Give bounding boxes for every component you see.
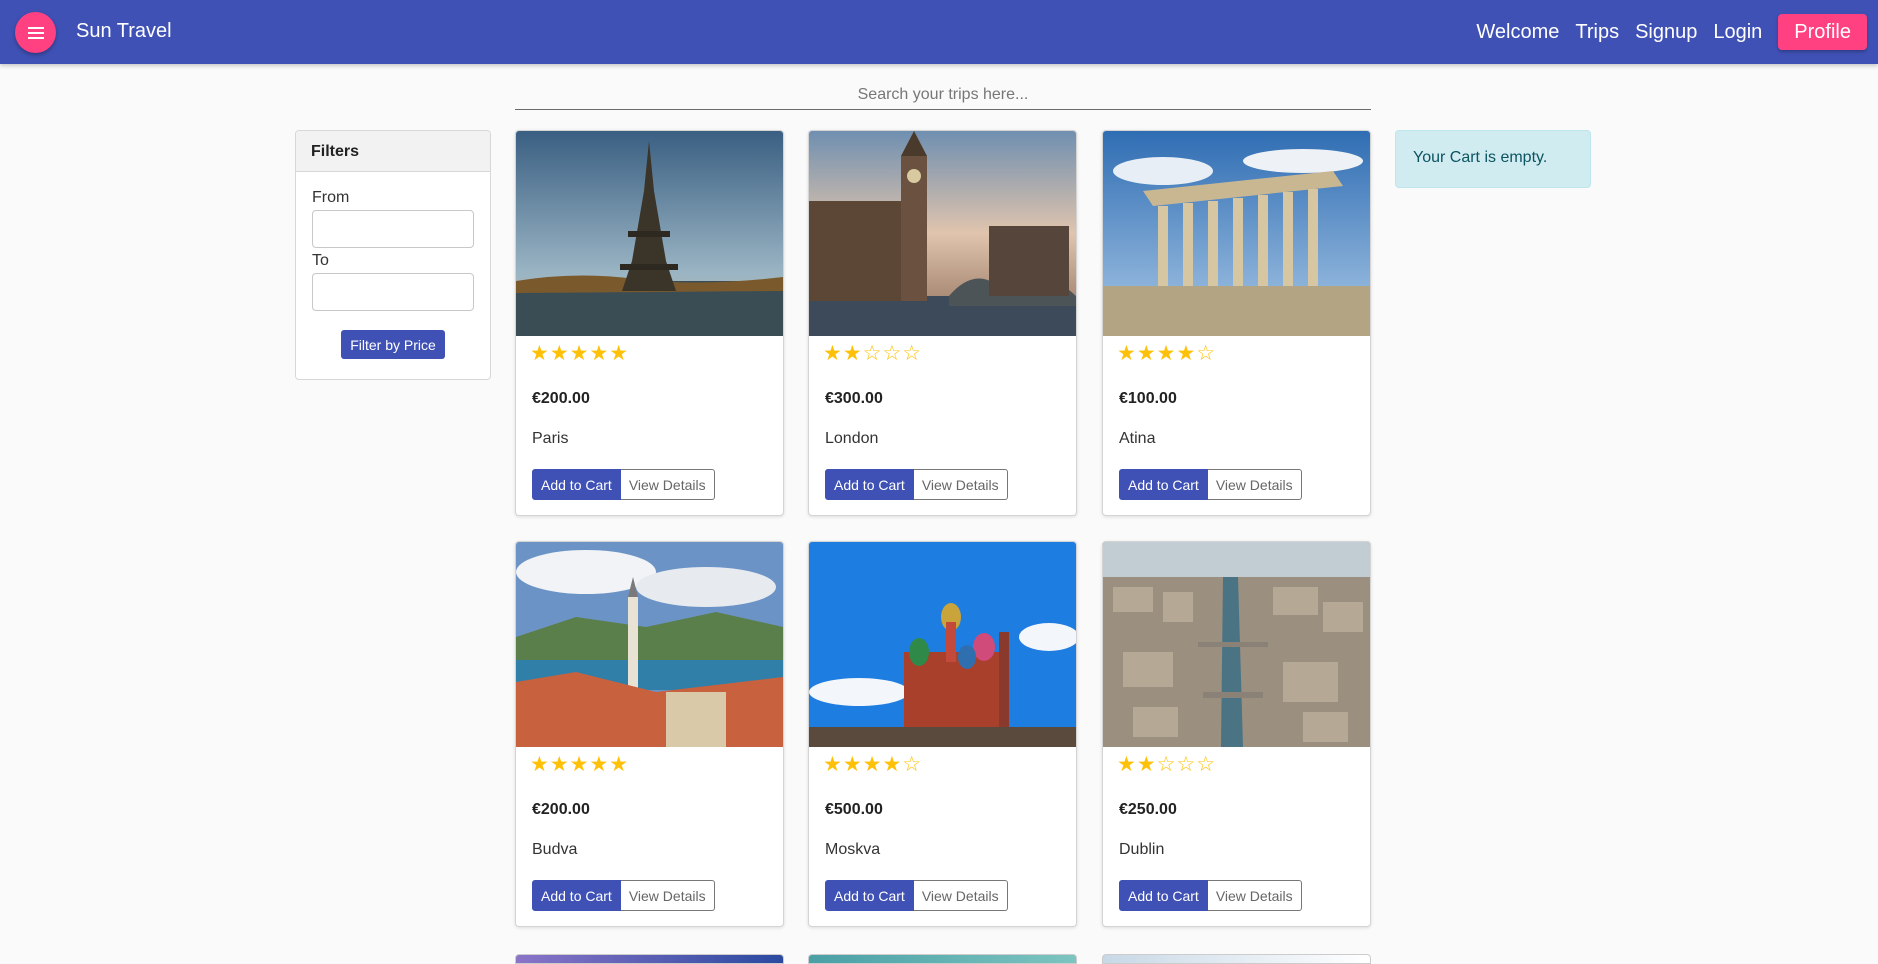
search-input[interactable] (515, 80, 1371, 110)
trip-card-peek[interactable] (515, 954, 784, 964)
price-from-input[interactable] (312, 210, 474, 248)
trip-image-london[interactable] (809, 131, 1076, 336)
nav-link-welcome[interactable]: Welcome (1476, 21, 1559, 44)
trip-city: Atina (1119, 430, 1156, 447)
rating-stars: ★★☆☆☆ (823, 342, 923, 365)
top-app-bar: Sun Travel Welcome Trips Signup Login Pr… (0, 0, 1878, 64)
add-to-cart-button[interactable]: Add to Cart (825, 469, 914, 500)
trip-price: €100.00 (1119, 390, 1177, 407)
profile-button[interactable]: Profile (1778, 14, 1867, 50)
trip-price: €250.00 (1119, 801, 1177, 818)
view-details-button[interactable]: View Details (913, 880, 1008, 911)
trip-price: €200.00 (532, 801, 590, 818)
add-to-cart-button[interactable]: Add to Cart (825, 880, 914, 911)
trip-card-peek[interactable] (1102, 954, 1371, 964)
cart-empty-alert: Your Cart is empty. (1395, 130, 1591, 188)
add-to-cart-button[interactable]: Add to Cart (1119, 880, 1208, 911)
from-label: From (312, 189, 350, 206)
nav-link-trips[interactable]: Trips (1575, 21, 1619, 44)
view-details-button[interactable]: View Details (620, 880, 715, 911)
trip-city: Moskva (825, 841, 881, 858)
menu-button[interactable] (15, 12, 56, 53)
trip-card: ★★☆☆☆ €300.00 London Add to Cart View De… (808, 130, 1077, 516)
trip-image-paris[interactable] (516, 131, 783, 336)
filters-panel: Filters From To Filter by Price (295, 130, 491, 380)
trip-image-atina[interactable] (1103, 131, 1370, 336)
add-to-cart-button[interactable]: Add to Cart (532, 469, 621, 500)
nav-link-login[interactable]: Login (1713, 21, 1762, 44)
filters-title: Filters (296, 131, 490, 172)
trip-image-moskva[interactable] (809, 542, 1076, 747)
trip-city: Dublin (1119, 841, 1165, 858)
view-details-button[interactable]: View Details (620, 469, 715, 500)
trip-image-dublin[interactable] (1103, 542, 1370, 747)
brand-title[interactable]: Sun Travel (76, 20, 172, 43)
trip-city: Budva (532, 841, 578, 858)
nav-link-signup[interactable]: Signup (1635, 21, 1697, 44)
trip-card: ★★★★☆ €500.00 Moskva Add to Cart View De… (808, 541, 1077, 927)
trip-card: ★★☆☆☆ €250.00 Dublin Add to Cart View De… (1102, 541, 1371, 927)
trip-card: ★★★★★ €200.00 Paris Add to Cart View Det… (515, 130, 784, 516)
price-to-input[interactable] (312, 273, 474, 311)
rating-stars: ★★☆☆☆ (1117, 753, 1217, 776)
add-to-cart-button[interactable]: Add to Cart (532, 880, 621, 911)
trip-card: ★★★★★ €200.00 Budva Add to Cart View Det… (515, 541, 784, 927)
rating-stars: ★★★★☆ (1117, 342, 1217, 365)
trip-city: London (825, 430, 879, 447)
rating-stars: ★★★★★ (530, 342, 630, 365)
trip-price: €200.00 (532, 390, 590, 407)
trip-city: Paris (532, 430, 569, 447)
top-nav: Welcome Trips Signup Login Profile (1476, 0, 1878, 64)
trip-card-peek[interactable] (808, 954, 1077, 964)
trip-price: €300.00 (825, 390, 883, 407)
rating-stars: ★★★★★ (530, 753, 630, 776)
view-details-button[interactable]: View Details (1207, 469, 1302, 500)
add-to-cart-button[interactable]: Add to Cart (1119, 469, 1208, 500)
trip-image-budva[interactable] (516, 542, 783, 747)
filter-by-price-button[interactable]: Filter by Price (341, 330, 445, 359)
rating-stars: ★★★★☆ (823, 753, 923, 776)
trip-card: ★★★★☆ €100.00 Atina Add to Cart View Det… (1102, 130, 1371, 516)
view-details-button[interactable]: View Details (1207, 880, 1302, 911)
to-label: To (312, 252, 329, 269)
view-details-button[interactable]: View Details (913, 469, 1008, 500)
menu-icon (27, 26, 44, 39)
trip-price: €500.00 (825, 801, 883, 818)
